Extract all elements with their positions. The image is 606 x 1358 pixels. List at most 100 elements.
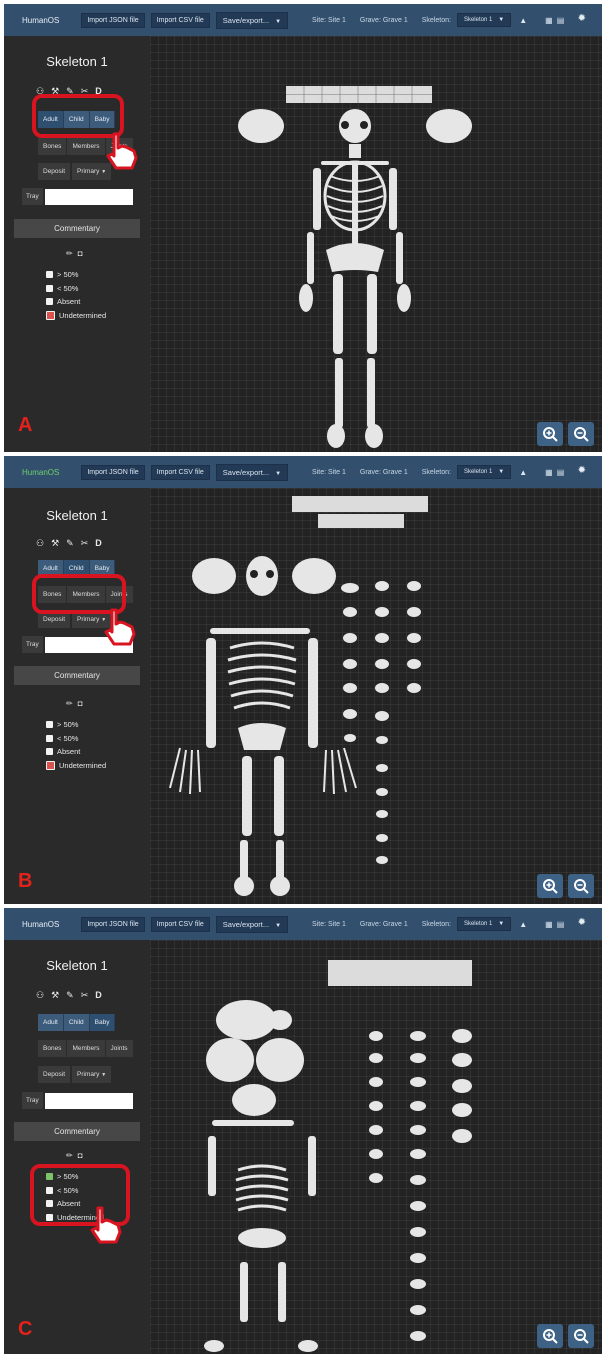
zoom-in-button[interactable] [537,1324,563,1348]
save-export-select[interactable]: Save/export... ▼ [215,915,289,933]
tray-input[interactable] [44,188,133,205]
right-femur[interactable] [278,1262,286,1322]
bank-icon[interactable]: ▤ [557,16,565,25]
pelvis[interactable] [238,723,286,750]
legend-undetermined[interactable]: Undetermined [46,309,106,323]
commentary-button[interactable]: Commentary [14,666,140,685]
skull-left[interactable] [192,558,236,594]
pin-icon[interactable]: ✎ [66,990,74,1001]
skeleton-canvas[interactable] [150,36,602,452]
vertebrae-column-2[interactable] [410,1031,426,1341]
camera-icon[interactable]: ◘ [78,249,83,258]
left-hand[interactable] [299,284,313,312]
wrench-icon[interactable]: ✂ [81,538,89,549]
legend-undetermined[interactable]: Undetermined [46,759,106,773]
adult-skeleton[interactable] [150,36,602,452]
zoom-in-button[interactable] [537,422,563,446]
deposit-select[interactable]: Primary ▼ [72,1066,112,1083]
skull-right[interactable] [426,109,472,143]
import-csv-button[interactable]: Import CSV file [150,464,210,480]
left-femur[interactable] [242,756,252,836]
vertebrae-column-1[interactable] [369,1031,383,1183]
skeleton-select[interactable]: Skeleton 1 ▼ [456,465,512,479]
trash-icon[interactable]: ▲ [519,16,527,25]
import-csv-button[interactable]: Import CSV file [150,12,210,28]
commentary-button[interactable]: Commentary [14,219,140,238]
import-json-button[interactable]: Import JSON file [81,916,145,932]
vertebrae-column-3[interactable] [407,581,421,693]
vertebrae-column-1[interactable] [341,583,359,742]
legend-over-50[interactable]: > 50% [46,718,106,732]
checkbox[interactable] [46,760,55,770]
tab-members[interactable]: Members [67,1040,106,1057]
brand[interactable]: HumanOS [22,920,59,929]
gear-icon[interactable]: ✹ [578,13,586,24]
right-femur[interactable] [274,756,284,836]
skull-parietal-left[interactable] [206,1038,254,1082]
tab-joints[interactable]: Joints [105,1040,134,1057]
brand[interactable]: HumanOS [22,16,59,25]
pencil-icon[interactable]: ✏ [66,249,73,258]
zoom-out-button[interactable] [568,874,594,898]
skeleton-select[interactable]: Skeleton 1 ▼ [456,13,512,27]
skull-right[interactable] [292,558,336,594]
brand[interactable]: HumanOS [22,468,59,477]
d-tool[interactable]: D [95,538,102,549]
skeleton-canvas[interactable] [150,940,602,1354]
skull-parietal-right[interactable] [256,1038,304,1082]
skull-left[interactable] [238,109,284,143]
bank-icon[interactable]: ▤ [557,468,565,477]
right-hand[interactable] [397,284,411,312]
pelvis[interactable] [238,1228,286,1248]
tab-members[interactable]: Members [67,138,106,155]
left-foot[interactable] [327,424,345,448]
import-csv-button[interactable]: Import CSV file [150,916,210,932]
right-humerus[interactable] [308,1136,316,1196]
tool-icon[interactable]: ⚒ [51,538,59,549]
tab-bones[interactable]: Bones [38,138,68,155]
right-femur[interactable] [367,274,377,354]
left-femur[interactable] [333,274,343,354]
zoom-out-button[interactable] [568,1324,594,1348]
checkbox[interactable] [46,284,53,292]
clavicles[interactable] [210,628,310,634]
import-json-button[interactable]: Import JSON file [81,12,145,28]
skeleton-select[interactable]: Skeleton 1 ▼ [456,917,512,931]
checkbox[interactable] [46,271,53,279]
checkbox[interactable] [46,748,53,756]
legend-over-50[interactable]: > 50% [46,268,106,282]
save-export-select[interactable]: Save/export... ▼ [215,463,289,481]
vertebrae-column-2[interactable] [375,581,389,864]
import-json-button[interactable]: Import JSON file [81,464,145,480]
left-humerus[interactable] [313,168,321,230]
camera-icon[interactable]: ◘ [78,699,83,708]
commentary-button[interactable]: Commentary [14,1122,140,1141]
left-femur[interactable] [240,1262,248,1322]
gear-icon[interactable]: ✹ [578,917,586,928]
left-foot[interactable] [234,876,254,896]
legend-absent[interactable]: Absent [46,295,106,309]
checkbox[interactable] [46,298,53,306]
legend-absent[interactable]: Absent [46,745,106,759]
camera-icon[interactable]: ◘ [78,1151,83,1160]
new-skeleton-icon[interactable]: ▦ [545,16,553,25]
pencil-icon[interactable]: ✏ [66,1151,73,1160]
gear-icon[interactable]: ✹ [578,465,586,476]
vertebrae-column-3[interactable] [452,1029,472,1143]
tab-child[interactable]: Child [63,1014,90,1031]
hands-icon[interactable]: ⚇ [36,990,44,1001]
left-humerus[interactable] [206,638,216,748]
skull-occipital[interactable] [232,1084,276,1116]
tooth-chart-lower[interactable] [318,514,404,528]
right-foot[interactable] [270,876,290,896]
new-skeleton-icon[interactable]: ▦ [545,920,553,929]
tab-adult[interactable]: Adult [38,1014,64,1031]
checkbox[interactable] [46,734,53,742]
bank-icon[interactable]: ▤ [557,920,565,929]
tab-bones[interactable]: Bones [38,1040,68,1057]
skeleton-canvas[interactable] [150,488,602,904]
legend-under-50[interactable]: < 50% [46,732,106,746]
pencil-icon[interactable]: ✏ [66,699,73,708]
tray-input[interactable] [44,1092,133,1109]
zoom-in-button[interactable] [537,874,563,898]
